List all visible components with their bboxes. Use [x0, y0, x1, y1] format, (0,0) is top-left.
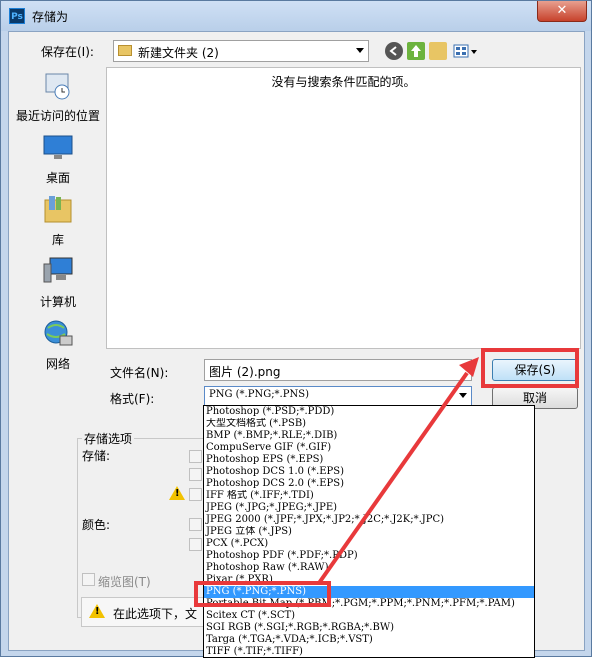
place-recent[interactable]: 最近访问的位置 [9, 70, 107, 124]
place-label: 网络 [45, 357, 70, 371]
save-in-value: 新建文件夹 (2) [138, 46, 219, 60]
color-label: 颜色: [82, 518, 111, 532]
chevron-down-icon [356, 48, 364, 53]
save-in-dropdown[interactable]: 新建文件夹 (2) [113, 40, 369, 62]
title-bar: Ps 存储为 ✕ [1, 1, 591, 31]
color-checkbox-2[interactable] [189, 538, 202, 551]
format-option[interactable]: Photoshop EPS (*.EPS) [204, 454, 534, 466]
format-option[interactable]: JPEG (*.JPG;*.JPEG;*.JPE) [204, 502, 534, 514]
filename-input[interactable]: 图片 (2).png [204, 359, 472, 381]
new-folder-icon[interactable] [429, 42, 447, 60]
place-desktop[interactable]: 桌面 [9, 132, 107, 186]
photoshop-app-icon: Ps [9, 8, 25, 24]
format-option[interactable]: Targa (*.TGA;*.VDA;*.ICB;*.VST) [204, 634, 534, 646]
up-folder-icon[interactable] [407, 42, 425, 60]
place-network[interactable]: 网络 [9, 318, 107, 372]
format-option[interactable]: SGI RGB (*.SGI;*.RGB;*.RGBA;*.BW) [204, 622, 534, 634]
thumbnail-checkbox[interactable] [82, 573, 95, 586]
format-option[interactable]: Photoshop DCS 1.0 (*.EPS) [204, 466, 534, 478]
warning-icon: ! [169, 486, 185, 500]
place-label: 桌面 [45, 171, 70, 185]
save-checkbox-2[interactable] [189, 468, 202, 481]
place-label: 计算机 [39, 295, 76, 309]
save-as-dialog: Ps 存储为 ✕ 保存在(I): 新建文件夹 (2) 最近访问的位置 桌面 库 … [0, 0, 592, 658]
format-option[interactable]: CompuServe GIF (*.GIF) [204, 442, 534, 454]
format-dropdown[interactable]: PNG (*.PNG;*.PNS) [204, 386, 472, 406]
color-checkbox-1[interactable] [189, 518, 202, 531]
close-button[interactable]: ✕ [537, 1, 587, 22]
format-option[interactable]: IFF 格式 (*.IFF;*.TDI) [204, 490, 534, 502]
format-option[interactable]: BMP (*.BMP;*.RLE;*.DIB) [204, 430, 534, 442]
format-option[interactable]: TIFF (*.TIF;*.TIFF) [204, 646, 534, 657]
save-checkbox-1[interactable] [189, 450, 202, 463]
folder-icon [118, 45, 132, 56]
place-label: 库 [51, 233, 64, 247]
format-option[interactable]: Photoshop (*.PSD;*.PDD) [204, 406, 534, 418]
format-option[interactable]: JPEG 2000 (*.JPF;*.JPX;*.JP2;*.J2C;*.J2K… [204, 514, 534, 526]
places-bar: 最近访问的位置 桌面 库 计算机 网络 [9, 62, 107, 371]
chevron-down-icon [459, 393, 467, 398]
filename-value: 图片 (2).png [209, 365, 281, 379]
filename-label: 文件名(N): [110, 366, 169, 380]
format-option[interactable]: JPEG 立体 (*.JPS) [204, 526, 534, 538]
libraries-icon [44, 196, 72, 223]
thumbnail-label: 缩览图(T) [98, 575, 151, 589]
computer-icon [43, 257, 73, 283]
view-menu-icon[interactable] [453, 42, 479, 60]
save-in-label: 保存在(I): [41, 45, 94, 59]
format-label: 格式(F): [110, 392, 155, 406]
window-title: 存储为 [32, 10, 69, 24]
file-list[interactable]: 没有与搜索条件匹配的项。 [106, 67, 581, 349]
recent-places-icon [45, 73, 70, 100]
save-label: 存储: [82, 449, 111, 463]
warning-text: 在此选项下，文 [113, 607, 198, 621]
format-option[interactable]: Scitex CT (*.SCT) [204, 610, 534, 622]
back-icon[interactable] [385, 42, 403, 60]
save-button-highlight [481, 348, 579, 388]
place-label: 最近访问的位置 [15, 109, 100, 123]
place-libraries[interactable]: 库 [9, 194, 107, 248]
format-option[interactable]: 大型文档格式 (*.PSB) [204, 418, 534, 430]
desktop-icon [43, 135, 73, 159]
empty-message: 没有与搜索条件匹配的项。 [271, 75, 416, 89]
png-option-highlight [194, 581, 331, 607]
format-option[interactable]: Photoshop Raw (*.RAW) [204, 562, 534, 574]
format-option[interactable]: Photoshop DCS 2.0 (*.EPS) [204, 478, 534, 490]
save-checkbox-3[interactable] [189, 488, 202, 501]
format-option[interactable]: Photoshop PDF (*.PDF;*.PDP) [204, 550, 534, 562]
format-value: PNG (*.PNG;*.PNS) [209, 389, 309, 400]
format-dropdown-list[interactable]: Photoshop (*.PSD;*.PDD) 大型文档格式 (*.PSB) BMP… [203, 405, 535, 658]
place-computer[interactable]: 计算机 [9, 256, 107, 310]
network-icon [44, 320, 73, 346]
warning-icon: ! [89, 604, 105, 618]
save-options-title: 存储选项 [82, 430, 135, 447]
format-option[interactable]: PCX (*.PCX) [204, 538, 534, 550]
